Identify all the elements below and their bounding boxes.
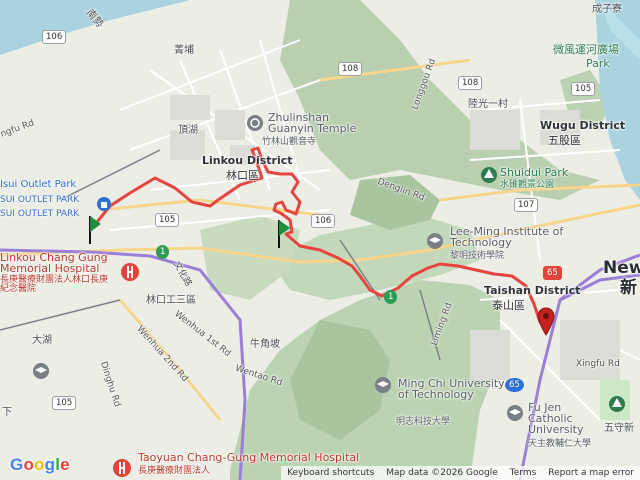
end-pin-icon[interactable]	[536, 306, 556, 340]
poi-label[interactable]: Zhulinshan Guanyin Temple	[268, 112, 378, 134]
city-label-cn: 新	[620, 278, 637, 298]
area-label: 下	[2, 407, 12, 418]
road-shield: 105	[571, 82, 596, 96]
poi-label[interactable]: Linkou Chang Gung Memorial Hospital	[0, 252, 120, 274]
road-shield: 106	[42, 30, 67, 44]
city-label: New	[603, 258, 640, 278]
poi-label[interactable]: Ming Chi University of Technology	[398, 378, 518, 400]
district-label-cn: 林口區	[226, 169, 259, 182]
start-marker-icon[interactable]	[87, 214, 103, 250]
park-icon[interactable]	[480, 166, 498, 188]
report-error-link[interactable]: Report a map error	[548, 468, 634, 478]
poi-label[interactable]: 微風運河廣場	[553, 44, 619, 55]
poi-label[interactable]: SUI OUTLET PARK	[0, 196, 79, 205]
map-footer: Keyboard shortcuts Map data ©2026 Google…	[281, 466, 640, 480]
area-label: 頂湖	[178, 125, 198, 136]
keyboard-shortcuts-link[interactable]: Keyboard shortcuts	[287, 468, 374, 478]
road-shield: 106	[311, 214, 336, 228]
district-label: Wugu District	[540, 119, 626, 132]
school-icon[interactable]	[426, 232, 444, 254]
area-label: 牛角坡	[250, 339, 280, 350]
poi-label[interactable]: Isui Outlet Park	[0, 180, 76, 190]
temple-icon[interactable]	[246, 114, 264, 136]
road-shield: 65	[543, 266, 562, 280]
park-icon[interactable]	[608, 395, 626, 417]
poi-label[interactable]: 天主教輔仁大學	[528, 440, 591, 449]
road-shield: 105	[52, 396, 77, 410]
map-canvas[interactable]: 106 108 108 105 106 107 105 105 1 1 65 6…	[0, 0, 640, 480]
district-label-cn: 五股區	[548, 134, 581, 147]
map-data-text: Map data ©2026 Google	[386, 468, 498, 478]
area-label: 五守新	[604, 423, 634, 434]
poi-label[interactable]: Taoyuan Chang-Gung Memorial Hospital	[138, 452, 359, 463]
poi-label[interactable]: 明志科技大學	[396, 418, 450, 427]
poi-label[interactable]: Park	[586, 58, 610, 69]
waypoint-marker-icon[interactable]	[276, 218, 292, 254]
school-icon[interactable]	[32, 362, 50, 384]
school-icon[interactable]	[506, 404, 524, 426]
area-label: 林口工三區	[146, 295, 196, 306]
area-label: 陸光一村	[468, 99, 508, 110]
poi-label[interactable]: Shuidui Park	[500, 167, 568, 178]
poi-label[interactable]: Lee-Ming Institute of Technology	[450, 226, 590, 248]
terms-link[interactable]: Terms	[510, 468, 537, 478]
district-label: Linkou District	[202, 154, 293, 167]
poi-label[interactable]: 水碓觀景公園	[500, 181, 554, 190]
school-icon[interactable]	[374, 376, 392, 398]
area-label: 菁埔	[174, 45, 194, 56]
hospital-icon[interactable]	[120, 262, 140, 286]
poi-label[interactable]: 竹林山觀音寺	[262, 138, 316, 147]
poi-label[interactable]: 長庚醫療財團法人林口長庚紀念醫院	[0, 276, 110, 294]
poi-label[interactable]: SUI OUTLET PARK	[0, 210, 79, 219]
district-label-cn: 泰山區	[492, 299, 525, 312]
shopping-bag-icon[interactable]	[96, 196, 112, 216]
area-label: 成子寮	[592, 4, 622, 15]
road-shield: 105	[155, 213, 180, 227]
road-label: Xingfu Rd	[576, 359, 620, 369]
poi-label[interactable]: 黎明技術學院	[450, 252, 504, 261]
area-label: 大湖	[32, 335, 52, 346]
road-shield: 108	[338, 62, 363, 76]
hospital-icon[interactable]	[112, 458, 132, 480]
road-shield: 108	[458, 76, 483, 90]
google-logo: Google	[10, 455, 70, 474]
district-label: Taishan District	[484, 284, 581, 297]
road-shield: 107	[514, 198, 539, 212]
poi-label[interactable]: 長庚醫療財團法人	[138, 467, 210, 476]
poi-label[interactable]: Fu Jen Catholic University	[528, 402, 608, 435]
